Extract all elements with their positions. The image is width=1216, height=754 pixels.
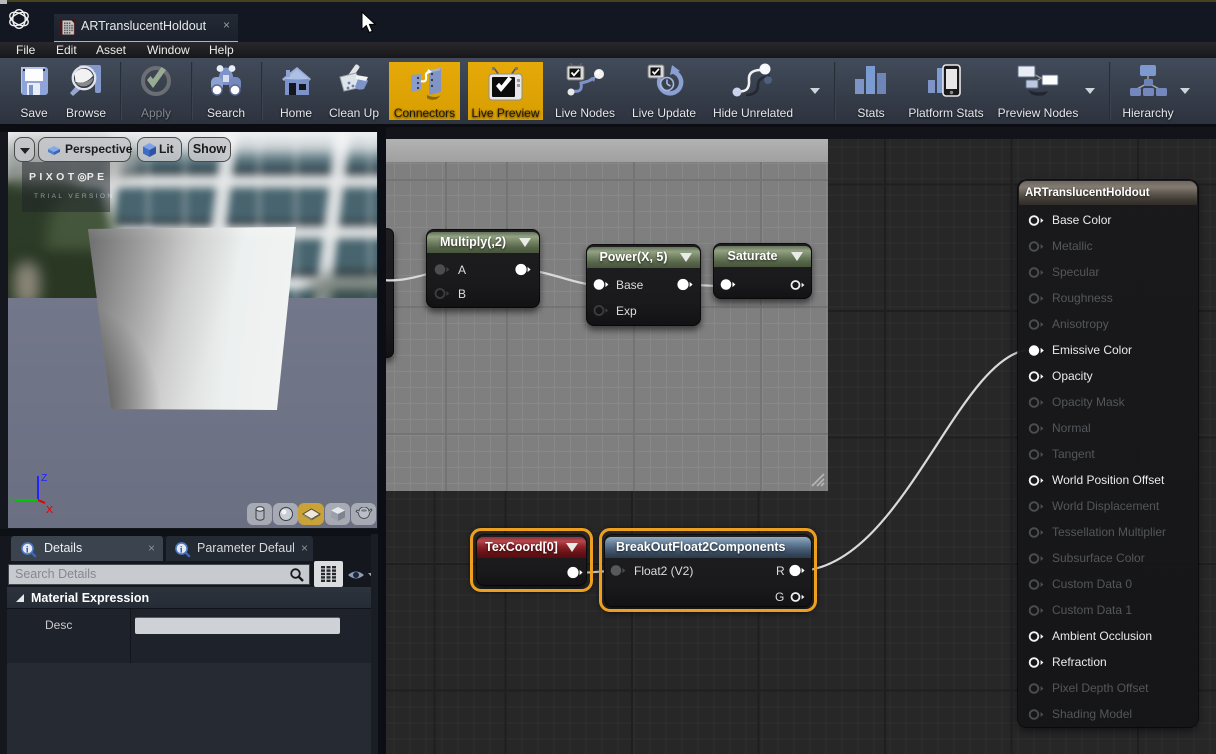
svg-text:Y: Y [8, 495, 15, 507]
svg-text:X: X [46, 504, 53, 516]
svg-text:Z: Z [41, 472, 48, 484]
svg-text:i: i [26, 545, 29, 555]
svg-text:i: i [180, 545, 183, 555]
